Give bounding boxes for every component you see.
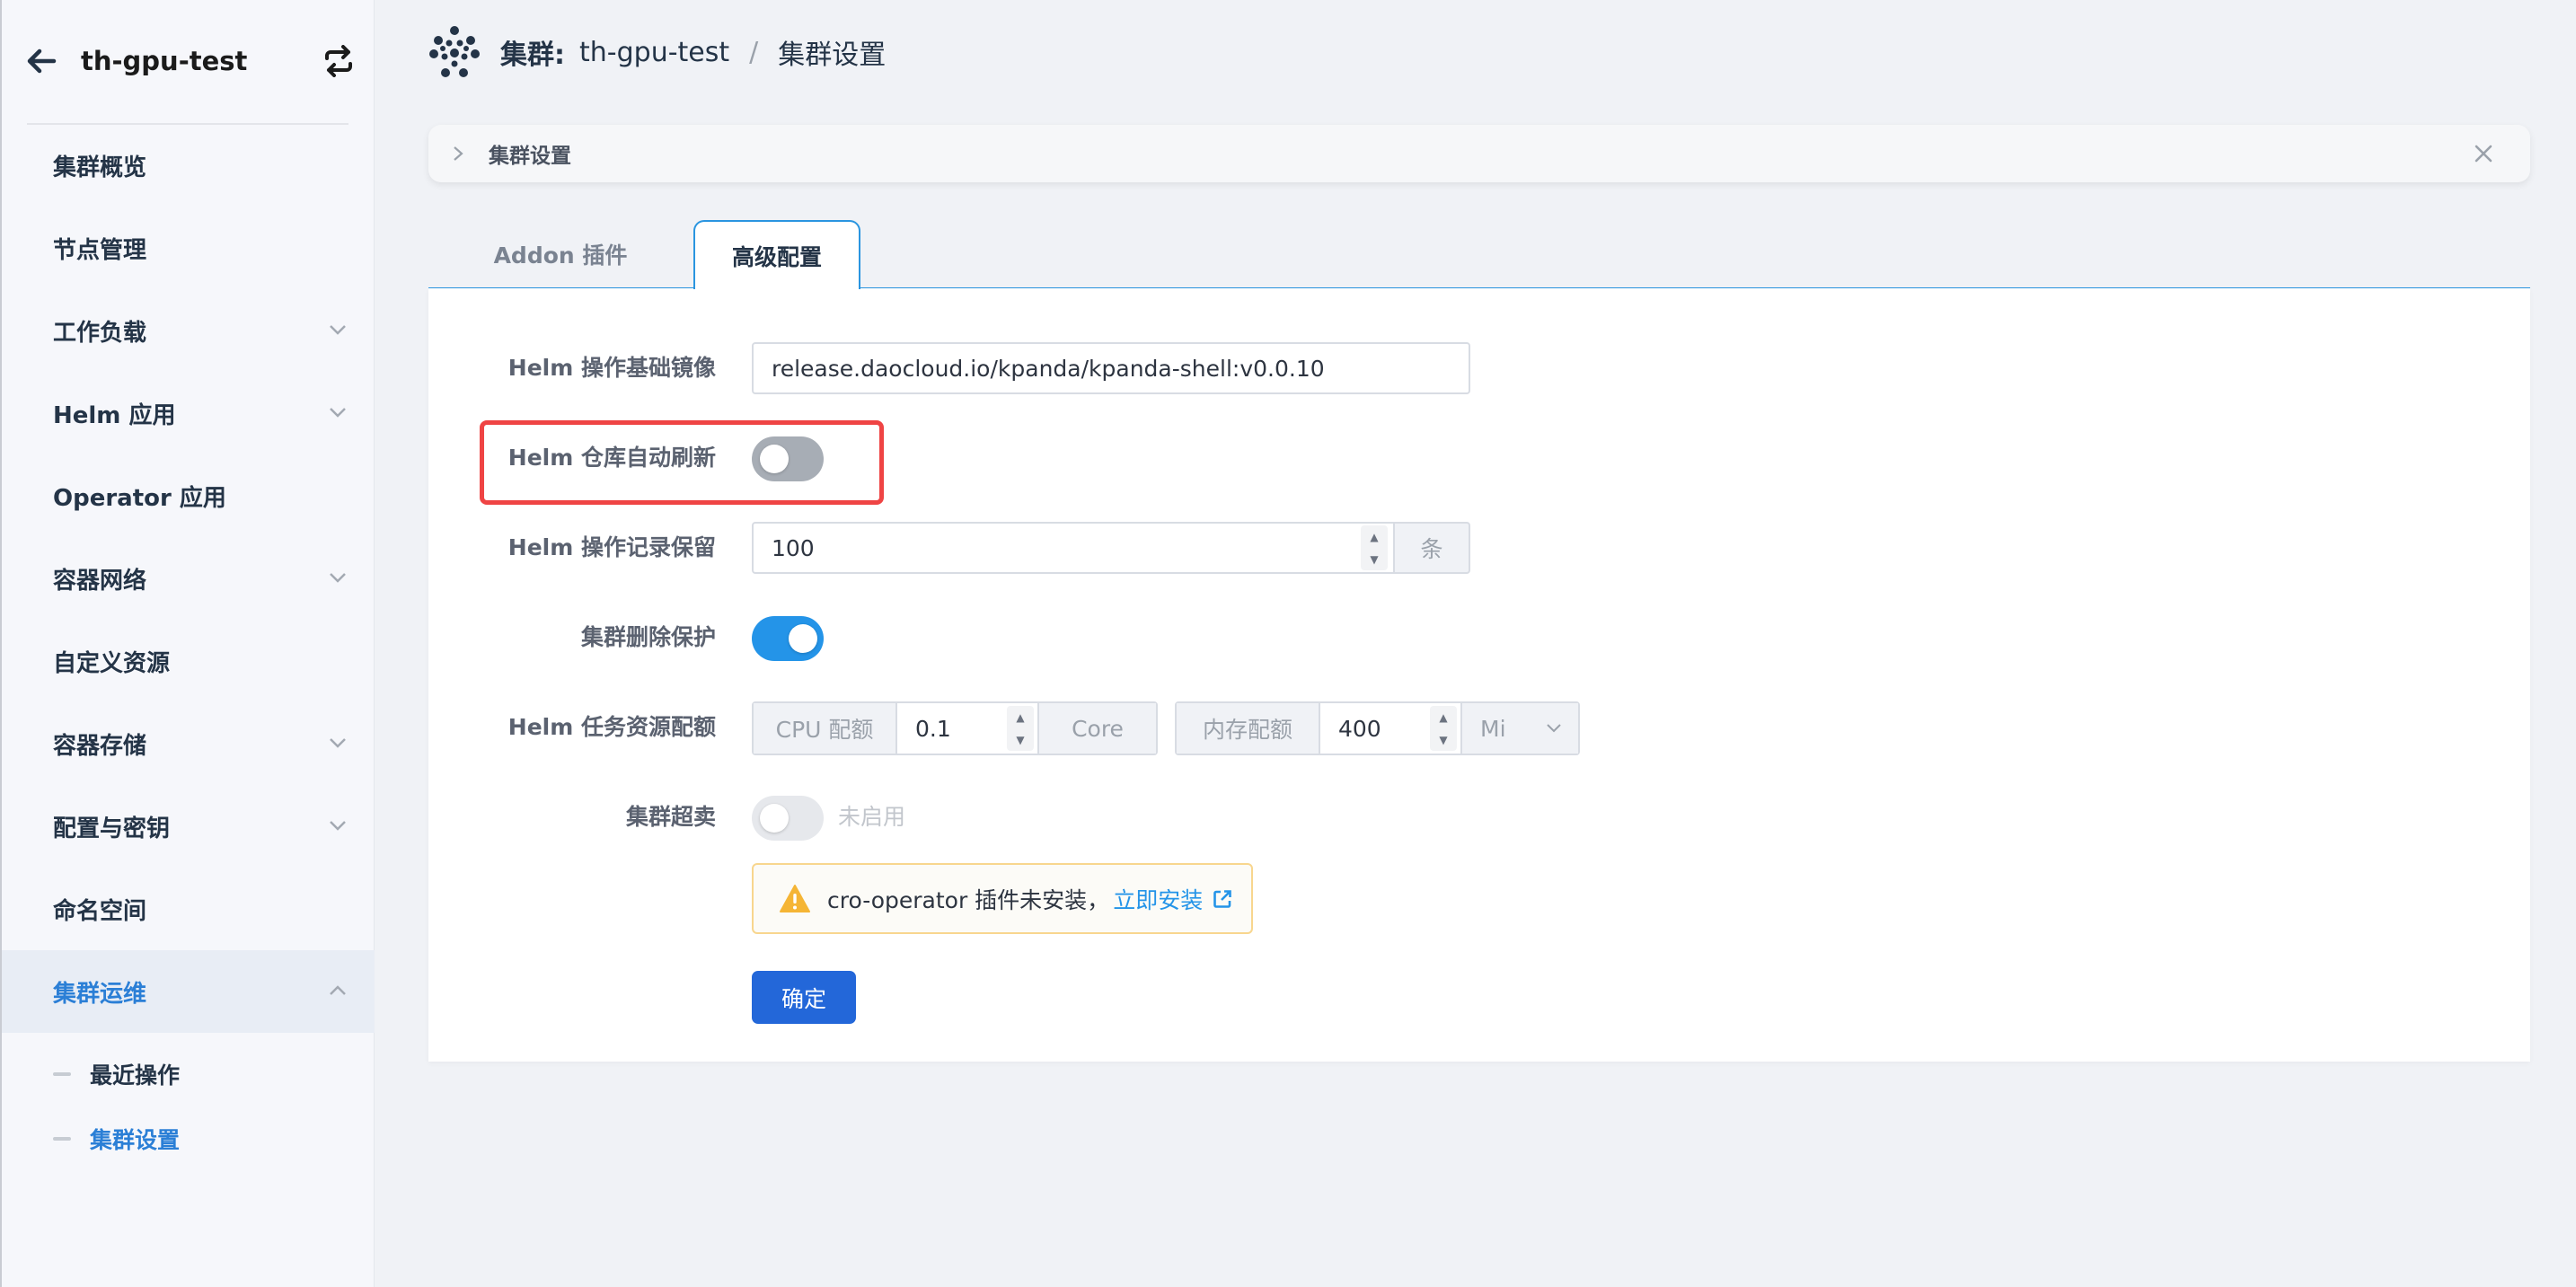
- dash-icon: [53, 1072, 71, 1076]
- decrement-icon[interactable]: ▼: [1016, 734, 1024, 746]
- sidebar-item-label: 自定义资源: [53, 649, 171, 677]
- chevron-down-icon: [330, 738, 346, 748]
- decrement-icon[interactable]: ▼: [1439, 734, 1447, 746]
- sidebar-header: th-gpu-test: [2, 0, 374, 125]
- sidebar-item-container-storage[interactable]: 容器存储: [2, 702, 375, 785]
- sidebar-item-container-network[interactable]: 容器网络: [2, 537, 375, 620]
- memory-quota-stepper[interactable]: ▲ ▼: [1430, 706, 1457, 751]
- toggle-knob: [789, 624, 817, 653]
- breadcrumb: 集群: th-gpu-test / 集群设置: [428, 25, 886, 79]
- install-now-link[interactable]: 立即安装: [1113, 883, 1203, 915]
- sidebar-item-label: Operator 应用: [53, 484, 226, 512]
- breadcrumb-current-page: 集群设置: [778, 40, 887, 71]
- task-resources-label: Helm 任务资源配额: [507, 714, 716, 740]
- memory-unit-select[interactable]: Mi: [1462, 703, 1578, 754]
- breadcrumb-cluster-label: 集群:: [500, 40, 565, 71]
- decrement-icon[interactable]: ▼: [1370, 553, 1378, 566]
- auto-refresh-toggle[interactable]: [752, 436, 824, 481]
- base-image-value: release.daocloud.io/kpanda/kpanda-shell:…: [772, 355, 1325, 382]
- memory-unit-value: Mi: [1480, 715, 1506, 742]
- cpu-quota-input[interactable]: 0.1: [897, 703, 1009, 754]
- settings-hint-bar: 集群设置: [428, 125, 2530, 182]
- sidebar-subitem-label: 集群设置: [90, 1127, 181, 1153]
- auto-refresh-label: Helm 仓库自动刷新: [507, 445, 716, 471]
- sidebar-item-label: 工作负载: [53, 319, 147, 347]
- sidebar-item-label: 节点管理: [53, 236, 147, 264]
- external-link-icon[interactable]: [1212, 888, 1233, 910]
- history-retention-input[interactable]: 100: [752, 522, 1395, 574]
- chevron-down-icon: [330, 821, 346, 831]
- cpu-quota-stepper[interactable]: ▲ ▼: [1007, 706, 1034, 751]
- warning-icon: [780, 884, 810, 912]
- chevron-down-icon: [330, 325, 346, 335]
- base-image-label: Helm 操作基础镜像: [507, 355, 716, 381]
- sidebar-item-node-management[interactable]: 节点管理: [2, 207, 375, 289]
- memory-quota-label: 内存配额: [1177, 703, 1319, 754]
- back-arrow-icon[interactable]: [23, 43, 59, 79]
- sidebar-item-helm-apps[interactable]: Helm 应用: [2, 372, 375, 454]
- settings-panel: [428, 288, 2530, 1062]
- delete-protection-label: 集群删除保护: [580, 624, 716, 650]
- breadcrumb-separator: /: [749, 36, 759, 68]
- oversell-toggle[interactable]: [752, 796, 824, 841]
- sidebar-item-label: 容器存储: [53, 732, 147, 760]
- dash-icon: [53, 1137, 71, 1141]
- sidebar-item-namespaces[interactable]: 命名空间: [2, 868, 375, 950]
- toggle-knob: [760, 445, 789, 473]
- history-retention-stepper[interactable]: ▲ ▼: [1361, 525, 1388, 570]
- cpu-quota-unit: Core: [1039, 703, 1156, 754]
- delete-protection-toggle[interactable]: [752, 616, 824, 661]
- increment-icon[interactable]: ▲: [1439, 711, 1447, 724]
- close-icon[interactable]: [2473, 143, 2494, 164]
- memory-quota-value: 400: [1338, 715, 1381, 742]
- toggle-knob: [760, 804, 789, 833]
- memory-quota-group: 内存配额 400 ▲ ▼ Mi: [1175, 701, 1580, 755]
- chevron-down-icon: [1547, 724, 1561, 733]
- sidebar-item-label: 命名空间: [53, 897, 147, 925]
- chevron-down-icon: [330, 408, 346, 418]
- increment-icon[interactable]: ▲: [1016, 711, 1024, 724]
- cluster-name: th-gpu-test: [81, 46, 248, 76]
- tab-addon-plugins[interactable]: Addon 插件: [428, 220, 693, 288]
- increment-icon[interactable]: ▲: [1370, 531, 1378, 543]
- warning-text: cro-operator 插件未安装，: [827, 886, 1110, 913]
- switch-cluster-icon[interactable]: [323, 45, 354, 77]
- hint-bar-title: 集群设置: [489, 145, 571, 168]
- chevron-down-icon: [330, 573, 346, 583]
- history-retention-unit: 条: [1393, 522, 1470, 574]
- cluster-logo-icon: [429, 26, 480, 77]
- base-image-input[interactable]: release.daocloud.io/kpanda/kpanda-shell:…: [752, 342, 1470, 394]
- confirm-button[interactable]: 确定: [752, 971, 856, 1024]
- sidebar-item-cluster-overview[interactable]: 集群概览: [2, 124, 375, 207]
- cpu-quota-group: CPU 配额 0.1 ▲ ▼ Core: [752, 701, 1158, 755]
- tab-advanced-config[interactable]: 高级配置: [693, 220, 860, 289]
- cpu-quota-label: CPU 配额: [754, 703, 895, 754]
- sidebar: th-gpu-test 集群概览 节点管理 工作负载 Helm 应用 Opera…: [0, 0, 375, 1287]
- warning-alert: cro-operator 插件未安装， 立即安装: [752, 863, 1253, 934]
- sidebar-item-label: 集群概览: [53, 154, 147, 181]
- sidebar-item-operator-apps[interactable]: Operator 应用: [2, 454, 375, 537]
- sidebar-item-config-secrets[interactable]: 配置与密钥: [2, 785, 375, 868]
- cpu-quota-value: 0.1: [915, 715, 951, 742]
- history-retention-label: Helm 操作记录保留: [507, 534, 716, 560]
- sidebar-item-cluster-ops[interactable]: 集群运维: [2, 950, 375, 1033]
- chevron-right-icon[interactable]: [450, 145, 466, 163]
- history-retention-value: 100: [772, 534, 815, 561]
- sidebar-subitem-label: 最近操作: [90, 1062, 181, 1089]
- sidebar-item-workloads[interactable]: 工作负载: [2, 289, 375, 372]
- sidebar-subitem-cluster-settings[interactable]: 集群设置: [2, 1112, 375, 1166]
- sidebar-subitem-recent-operations[interactable]: 最近操作: [2, 1047, 375, 1101]
- memory-quota-input[interactable]: 400: [1320, 703, 1432, 754]
- sidebar-item-custom-resources[interactable]: 自定义资源: [2, 620, 375, 702]
- sidebar-item-label: 容器网络: [53, 567, 147, 595]
- oversell-status: 未启用: [838, 804, 906, 830]
- oversell-label: 集群超卖: [625, 804, 716, 830]
- chevron-up-icon: [330, 985, 346, 995]
- breadcrumb-cluster-name[interactable]: th-gpu-test: [579, 37, 729, 68]
- sidebar-item-label: Helm 应用: [53, 401, 176, 429]
- sidebar-item-label: 集群运维: [53, 980, 147, 1008]
- sidebar-item-label: 配置与密钥: [53, 815, 171, 842]
